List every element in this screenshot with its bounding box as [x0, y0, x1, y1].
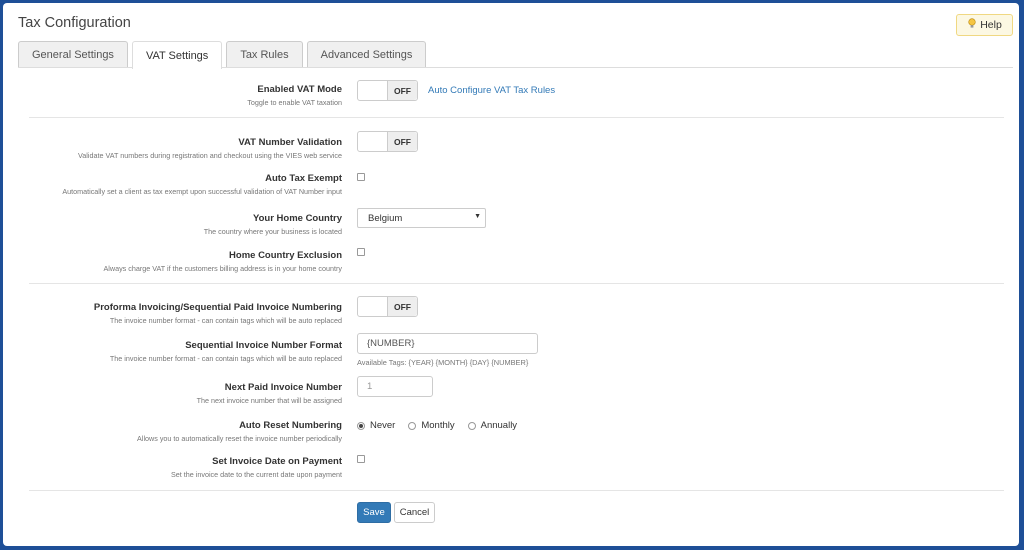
section-divider [29, 117, 1004, 118]
tab-vat-settings[interactable]: VAT Settings [131, 41, 223, 69]
home-exclusion-desc: Always charge VAT if the customers billi… [103, 264, 343, 273]
radio-empty-icon [467, 421, 476, 430]
home-exclusion-checkbox[interactable] [357, 248, 365, 256]
radio-never[interactable]: Never [357, 420, 395, 431]
vat-validation-label: VAT Number Validation [238, 137, 342, 148]
next-paid-desc: The next invoice number that will be ass… [196, 396, 342, 405]
enabled-vat-label: Enabled VAT Mode [257, 84, 342, 95]
vat-validation-toggle[interactable]: OFF [357, 131, 418, 152]
auto-reset-label: Auto Reset Numbering [239, 420, 342, 431]
page-title: Tax Configuration [18, 15, 131, 31]
tab-advanced-settings[interactable]: Advanced Settings [306, 41, 427, 68]
seq-format-label: Sequential Invoice Number Format [185, 340, 342, 351]
seq-format-input[interactable] [357, 333, 538, 354]
invoice-date-label: Set Invoice Date on Payment [212, 456, 342, 467]
toggle-state: OFF [388, 81, 417, 100]
tab-bar: General Settings VAT Settings Tax Rules … [18, 41, 427, 69]
auto-tax-exempt-checkbox[interactable] [357, 173, 365, 181]
radio-selected-icon [357, 421, 365, 430]
next-paid-label: Next Paid Invoice Number [224, 382, 342, 393]
invoice-date-desc: Set the invoice date to the current date… [170, 470, 342, 479]
home-country-label: Your Home Country [252, 213, 342, 224]
save-button[interactable]: Save [357, 502, 391, 523]
cancel-button[interactable]: Cancel [394, 502, 435, 523]
home-country-select[interactable]: Belgium ▼ [357, 208, 486, 228]
help-button[interactable]: Help [956, 14, 1013, 36]
toggle-state: OFF [388, 132, 417, 151]
next-paid-input[interactable] [357, 376, 433, 397]
radio-monthly[interactable]: Monthly [408, 420, 455, 431]
available-tags-text: Available Tags: {YEAR} {MONTH} {DAY} {NU… [357, 358, 529, 367]
section-divider [29, 490, 1004, 491]
invoice-date-checkbox[interactable] [357, 455, 365, 463]
tab-general-settings[interactable]: General Settings [18, 41, 128, 68]
lightbulb-icon [967, 18, 977, 32]
tax-configuration-panel: Tax Configuration Help General Settings … [3, 3, 1019, 546]
vat-validation-desc: Validate VAT numbers during registration… [78, 151, 342, 160]
proforma-toggle[interactable]: OFF [357, 296, 418, 317]
home-country-desc: The country where your business is locat… [203, 227, 342, 236]
enabled-vat-desc: Toggle to enable VAT taxation [247, 98, 342, 107]
help-label: Help [980, 19, 1002, 31]
auto-reset-desc: Allows you to automatically reset the in… [137, 434, 342, 443]
proforma-desc: The invoice number format - can contain … [109, 316, 342, 325]
home-country-value: Belgium [368, 212, 403, 224]
section-divider [29, 283, 1004, 284]
dropdown-arrow-icon: ▼ [474, 213, 481, 220]
enabled-vat-toggle[interactable]: OFF [357, 80, 418, 101]
proforma-label: Proforma Invoicing/Sequential Paid Invoi… [93, 302, 342, 313]
radio-annually[interactable]: Annually [467, 420, 517, 431]
seq-format-desc: The invoice number format - can contain … [109, 354, 342, 363]
toggle-state: OFF [388, 297, 417, 316]
tab-tax-rules[interactable]: Tax Rules [226, 41, 303, 68]
auto-tax-exempt-label: Auto Tax Exempt [265, 173, 342, 184]
auto-reset-radio-group: Never Monthly Annually [357, 420, 530, 431]
auto-configure-vat-link[interactable]: Auto Configure VAT Tax Rules [428, 85, 555, 96]
home-exclusion-label: Home Country Exclusion [229, 250, 342, 261]
radio-empty-icon [408, 421, 417, 430]
auto-tax-exempt-desc: Automatically set a client as tax exempt… [62, 187, 342, 196]
